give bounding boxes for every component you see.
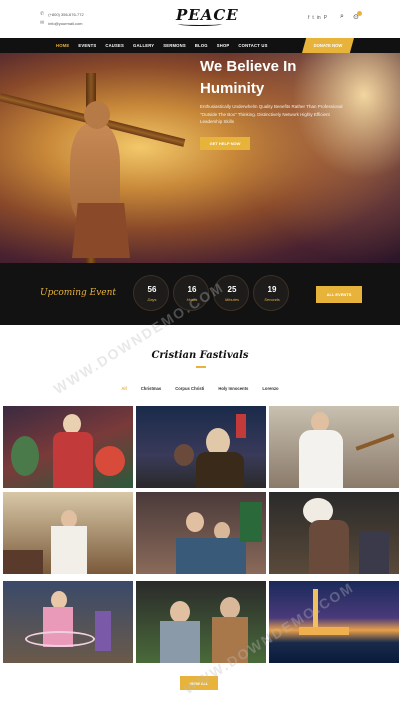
nav-events[interactable]: EVENTS (78, 43, 96, 48)
photo-child-2 (220, 597, 240, 619)
email-address: info@yourmail.com (48, 20, 83, 26)
filter-christmas[interactable]: Christmas (141, 386, 161, 391)
countdown-hours-label: Hours (186, 297, 198, 302)
heading-divider (196, 366, 206, 368)
mail-icon: ✉ (40, 20, 45, 26)
photo-robe (51, 526, 87, 574)
countdown-hours: 16 Hours (173, 275, 209, 311)
cart-badge (357, 11, 362, 16)
gallery-photo-priest[interactable] (269, 406, 399, 488)
photo-pews (3, 550, 43, 574)
phone-number: (+800) 356-676-772 (48, 11, 84, 17)
phone-icon: ✆ (40, 11, 45, 17)
filter-lorenzo[interactable]: Lorenzo (262, 386, 278, 391)
filter-all[interactable]: All (121, 386, 126, 391)
hero-description: Enthusiastically Underwhelm Quality Bene… (200, 104, 343, 124)
phone-contact[interactable]: ✆ (+800) 356-676-772 (40, 11, 84, 17)
all-events-button[interactable]: ALL EVENTS (316, 286, 362, 303)
get-help-button[interactable]: GET HELP NOW (200, 137, 250, 150)
photo-mascot-body (309, 520, 349, 574)
photo-coat (196, 452, 244, 488)
twitter-icon[interactable]: t (312, 15, 313, 21)
nav-shop[interactable]: SHOP (217, 43, 230, 48)
facebook-icon[interactable]: f (308, 15, 309, 21)
gallery-photo-reindeer[interactable] (136, 406, 266, 488)
statue-head (84, 101, 110, 129)
view-all-button[interactable]: VIEW ALL (180, 676, 218, 690)
photo-child (174, 444, 194, 466)
countdown-seconds-label: Seconds (264, 297, 280, 302)
countdown-days-value: 56 (147, 285, 157, 294)
top-bar: ✆ (+800) 356-676-772 ✉ info@yourmail.com… (0, 0, 400, 38)
gallery-photo-mascot[interactable] (269, 492, 399, 574)
donate-button[interactable]: DONATE NOW (302, 38, 354, 53)
email-contact[interactable]: ✉ info@yourmail.com (40, 20, 83, 26)
photo-light (236, 414, 246, 438)
statue-cloth (72, 203, 130, 258)
countdown-minutes-value: 25 (227, 285, 237, 294)
gallery-filters: All Christmas Corpus Christi Holy Innoce… (0, 386, 400, 391)
countdown-days-label: Days (147, 297, 157, 302)
photo-person (186, 512, 204, 532)
photo-tree (240, 502, 262, 542)
nav-gallery[interactable]: GALLERY (133, 43, 154, 48)
photo-robe (299, 430, 343, 488)
pinterest-icon[interactable]: P (324, 15, 327, 21)
countdown-minutes: 25 Minutes (213, 275, 249, 311)
photo-person (63, 414, 81, 434)
countdown-days: 56 Days (133, 275, 169, 311)
gallery-photo-hoop[interactable] (3, 581, 133, 663)
social-links: f t in P (308, 15, 327, 21)
nav-sermons[interactable]: SERMONS (163, 43, 186, 48)
countdown-hours-value: 16 (187, 285, 197, 294)
filter-holy-innocents[interactable]: Holy Innocents (218, 386, 248, 391)
photo-sweater-2 (212, 617, 248, 663)
gallery-photo-altar[interactable] (3, 492, 133, 574)
countdown-seconds-value: 19 (267, 285, 277, 294)
linkedin-icon[interactable]: in (317, 15, 321, 21)
photo-clothes (176, 538, 246, 574)
event-title: Upcoming Event (40, 288, 117, 298)
photo-costume (53, 432, 93, 488)
gallery-photo-mosque[interactable] (269, 581, 399, 663)
hero-title-line2: Huminity (200, 80, 265, 97)
photo-tree (11, 436, 39, 476)
gallery-photo-family[interactable] (136, 492, 266, 574)
gallery-photo-parade[interactable] (3, 406, 133, 488)
photo-hoop (25, 631, 95, 647)
photo-building (299, 627, 349, 635)
photo-sweater (160, 621, 200, 663)
nav-home[interactable]: HOME (56, 43, 69, 48)
nav-blog[interactable]: BLOG (195, 43, 208, 48)
festivals-heading: Cristian Fastivals (151, 350, 249, 361)
photo-crowd (359, 532, 389, 574)
hero-title-line1: We Believe In (200, 58, 297, 75)
search-icon[interactable]: ⌕ (340, 13, 344, 21)
photo-staff (355, 433, 395, 451)
photo-child (170, 601, 190, 623)
logo-swoosh (178, 22, 222, 26)
photo-child (95, 611, 111, 651)
nav-causes[interactable]: CAUSES (105, 43, 124, 48)
filter-corpus-christi[interactable]: Corpus Christi (175, 386, 204, 391)
photo-person (311, 412, 329, 432)
countdown-seconds: 19 Seconds (253, 275, 289, 311)
countdown-minutes-label: Minutes (224, 297, 239, 302)
photo-decoration (95, 446, 125, 476)
nav-contact[interactable]: CONTACT US (238, 43, 267, 48)
gallery-photo-children[interactable] (136, 581, 266, 663)
